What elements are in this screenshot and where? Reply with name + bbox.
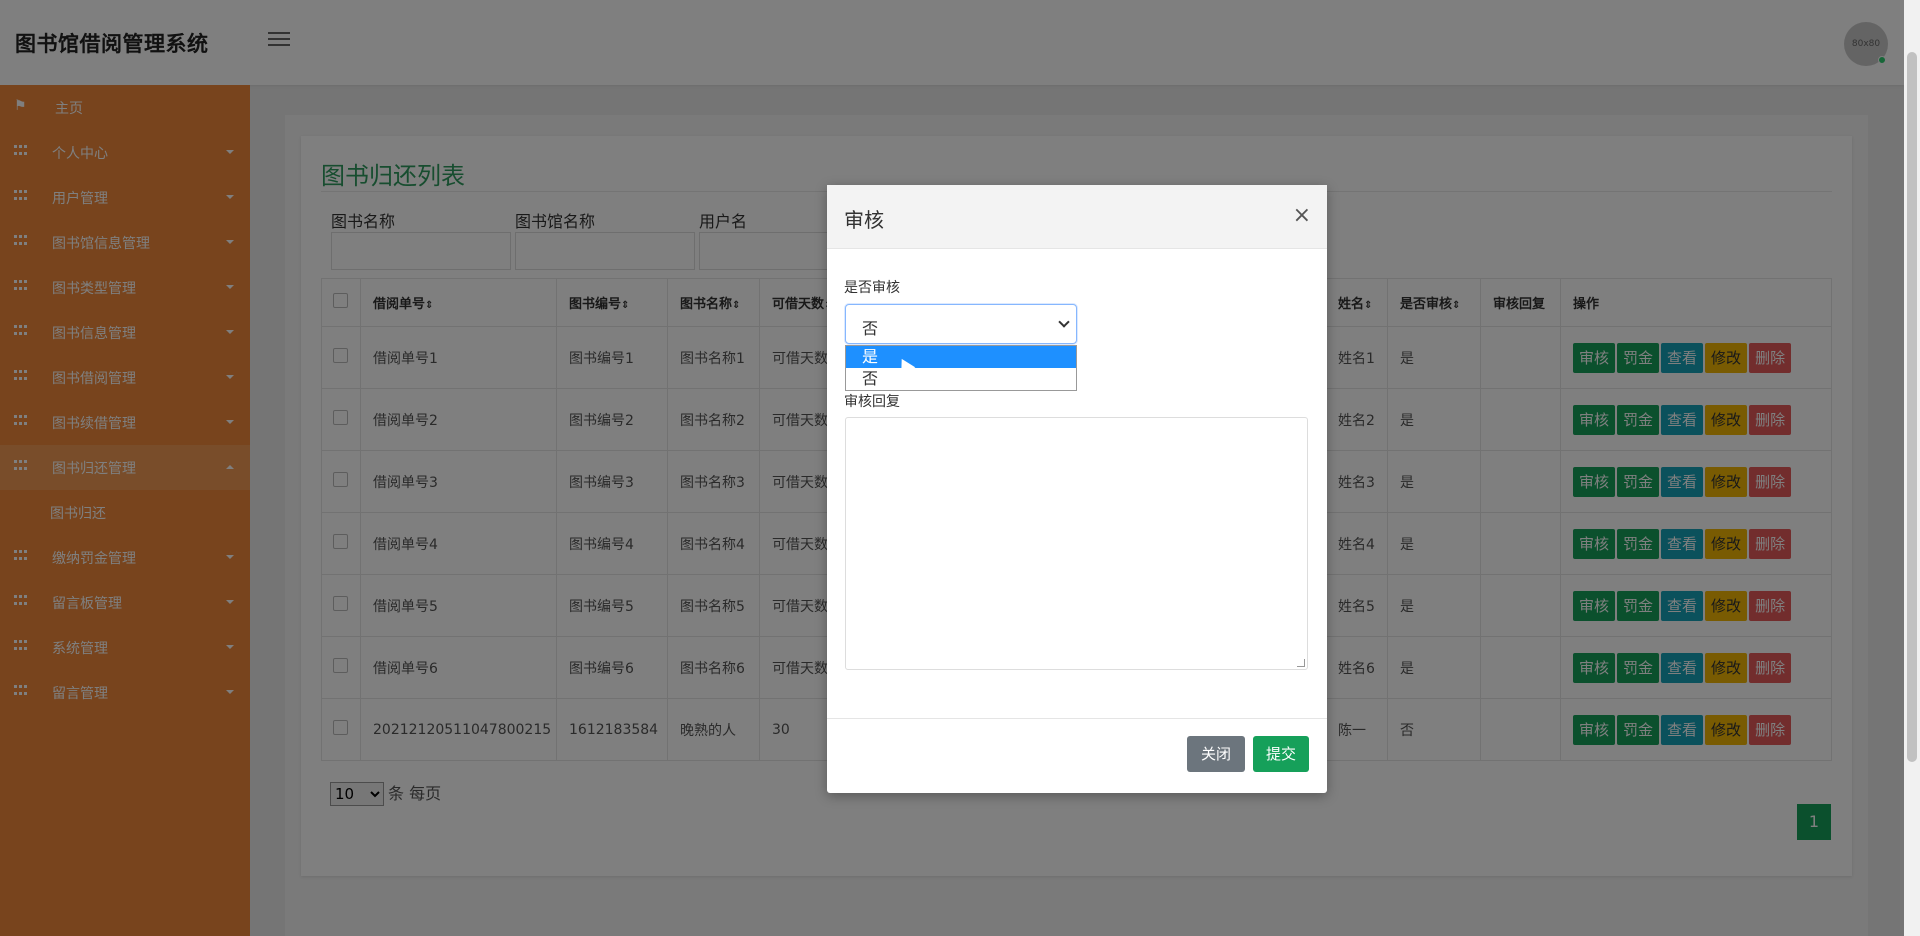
audit-field-label: 是否审核 [844,280,900,296]
modal-header: 审核 × [827,185,1327,249]
page-scrollbar[interactable] [1904,0,1920,936]
resize-handle-icon[interactable] [1297,659,1305,667]
scrollbar-thumb[interactable] [1907,52,1917,762]
audit-select[interactable]: 否 [845,304,1077,344]
submit-button[interactable]: 提交 [1253,736,1309,772]
audit-dropdown-list: 是 否 [845,345,1077,391]
audit-reply-textarea[interactable] [845,417,1308,670]
reply-field-label: 审核回复 [844,394,900,410]
audit-option-no[interactable]: 否 [846,368,1076,390]
audit-select-value: 否 [862,319,879,338]
modal-title: 审核 [844,208,884,232]
close-button[interactable]: 关闭 [1187,736,1245,772]
audit-modal: 审核 × 是否审核 否 是 否 审核回复 关闭 提交 [827,185,1327,793]
chevron-down-icon [1058,316,1070,328]
close-icon[interactable]: × [1293,203,1311,228]
audit-option-yes[interactable]: 是 [846,346,1076,368]
modal-footer-divider [827,718,1327,719]
